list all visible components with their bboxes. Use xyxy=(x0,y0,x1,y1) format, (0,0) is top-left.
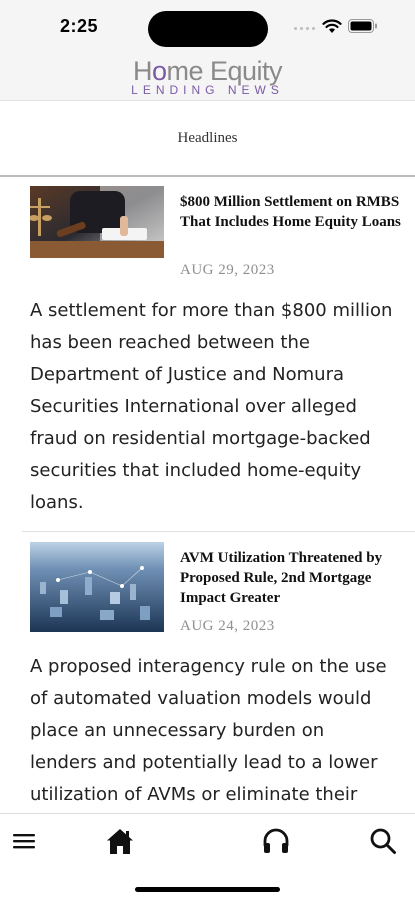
battery-icon xyxy=(348,19,377,33)
article-headline[interactable]: AVM Utilization Threatened by Proposed R… xyxy=(180,548,402,608)
status-time: 2:25 xyxy=(60,16,99,36)
logo-tagline: LENDING NEWS xyxy=(131,83,284,97)
article-thumbnail-city[interactable] xyxy=(30,542,164,632)
headphones-icon[interactable] xyxy=(261,826,291,856)
signal-icon xyxy=(294,27,315,30)
article-summary[interactable]: A settlement for more than $800 million … xyxy=(30,295,395,519)
section-title: Headlines xyxy=(177,130,238,146)
search-icon[interactable] xyxy=(368,826,398,856)
article-card[interactable]: $800 Million Settlement on RMBS That Inc… xyxy=(0,176,415,531)
home-icon[interactable] xyxy=(105,826,135,856)
article-summary[interactable]: A proposed interagency rule on the use o… xyxy=(30,651,395,811)
app-header: Home Equity LENDING NEWS xyxy=(0,56,415,101)
hamburger-icon[interactable] xyxy=(10,826,40,856)
article-date: AUG 29, 2023 xyxy=(180,262,275,278)
article-date: AUG 24, 2023 xyxy=(180,618,275,634)
article-headline[interactable]: $800 Million Settlement on RMBS That Inc… xyxy=(180,192,402,232)
bottom-tab-bar xyxy=(0,813,415,901)
home-indicator xyxy=(135,887,280,892)
status-bar: 2:25 xyxy=(0,0,415,56)
article-thumbnail-gavel[interactable] xyxy=(30,186,164,258)
article-card[interactable]: AVM Utilization Threatened by Proposed R… xyxy=(0,532,415,813)
dynamic-island xyxy=(148,11,268,47)
section-header: Headlines xyxy=(0,101,415,177)
wifi-icon xyxy=(322,19,342,33)
